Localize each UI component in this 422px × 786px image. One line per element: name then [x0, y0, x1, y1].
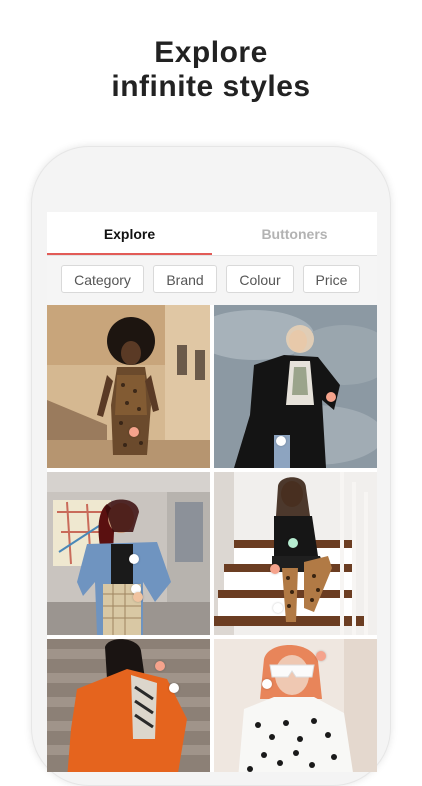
photo-black-blazer: [214, 305, 377, 468]
filter-colour-button[interactable]: Colour: [226, 265, 294, 293]
active-tab-indicator: [47, 253, 212, 255]
product-tag-dot[interactable]: [155, 661, 165, 671]
photo-tile[interactable]: [214, 472, 377, 635]
photo-leopard-boots-stairs: [214, 472, 377, 635]
photo-sunglasses-spotted: [214, 639, 377, 772]
product-tag-dot[interactable]: [129, 554, 139, 564]
photo-tile[interactable]: [47, 472, 210, 635]
headline: Explore infinite styles: [0, 36, 422, 104]
product-tag-dot[interactable]: [270, 564, 280, 574]
photo-leopard-dress: [47, 305, 210, 468]
product-tag-dot[interactable]: [169, 683, 179, 693]
photo-grid: [47, 305, 377, 772]
app-screen: Explore Buttoners Category Brand Colour …: [47, 212, 377, 772]
photo-tile[interactable]: [47, 305, 210, 468]
filter-bar: Category Brand Colour Price: [47, 256, 377, 305]
tab-buttoners[interactable]: Buttoners: [212, 212, 377, 255]
product-tag-dot[interactable]: [133, 592, 143, 602]
tab-explore[interactable]: Explore: [47, 212, 212, 255]
product-tag-dot[interactable]: [316, 651, 326, 661]
product-tag-dot[interactable]: [273, 603, 283, 613]
product-tag-dot[interactable]: [262, 679, 272, 689]
product-tag-dot[interactable]: [288, 538, 298, 548]
filter-brand-button[interactable]: Brand: [153, 265, 217, 293]
product-tag-dot[interactable]: [129, 427, 139, 437]
photo-subway-denim: [47, 472, 210, 635]
product-tag-dot[interactable]: [276, 436, 286, 446]
filter-price-button[interactable]: Price: [303, 265, 360, 293]
photo-tile[interactable]: [214, 305, 377, 468]
filter-category-button[interactable]: Category: [61, 265, 144, 293]
tab-bar: Explore Buttoners: [47, 212, 377, 256]
photo-orange-coat: [47, 639, 210, 772]
product-tag-dot[interactable]: [326, 392, 336, 402]
headline-line-1: Explore: [154, 36, 268, 69]
photo-tile[interactable]: [214, 639, 377, 772]
photo-tile[interactable]: [47, 639, 210, 772]
headline-line-2: infinite styles: [111, 70, 311, 103]
